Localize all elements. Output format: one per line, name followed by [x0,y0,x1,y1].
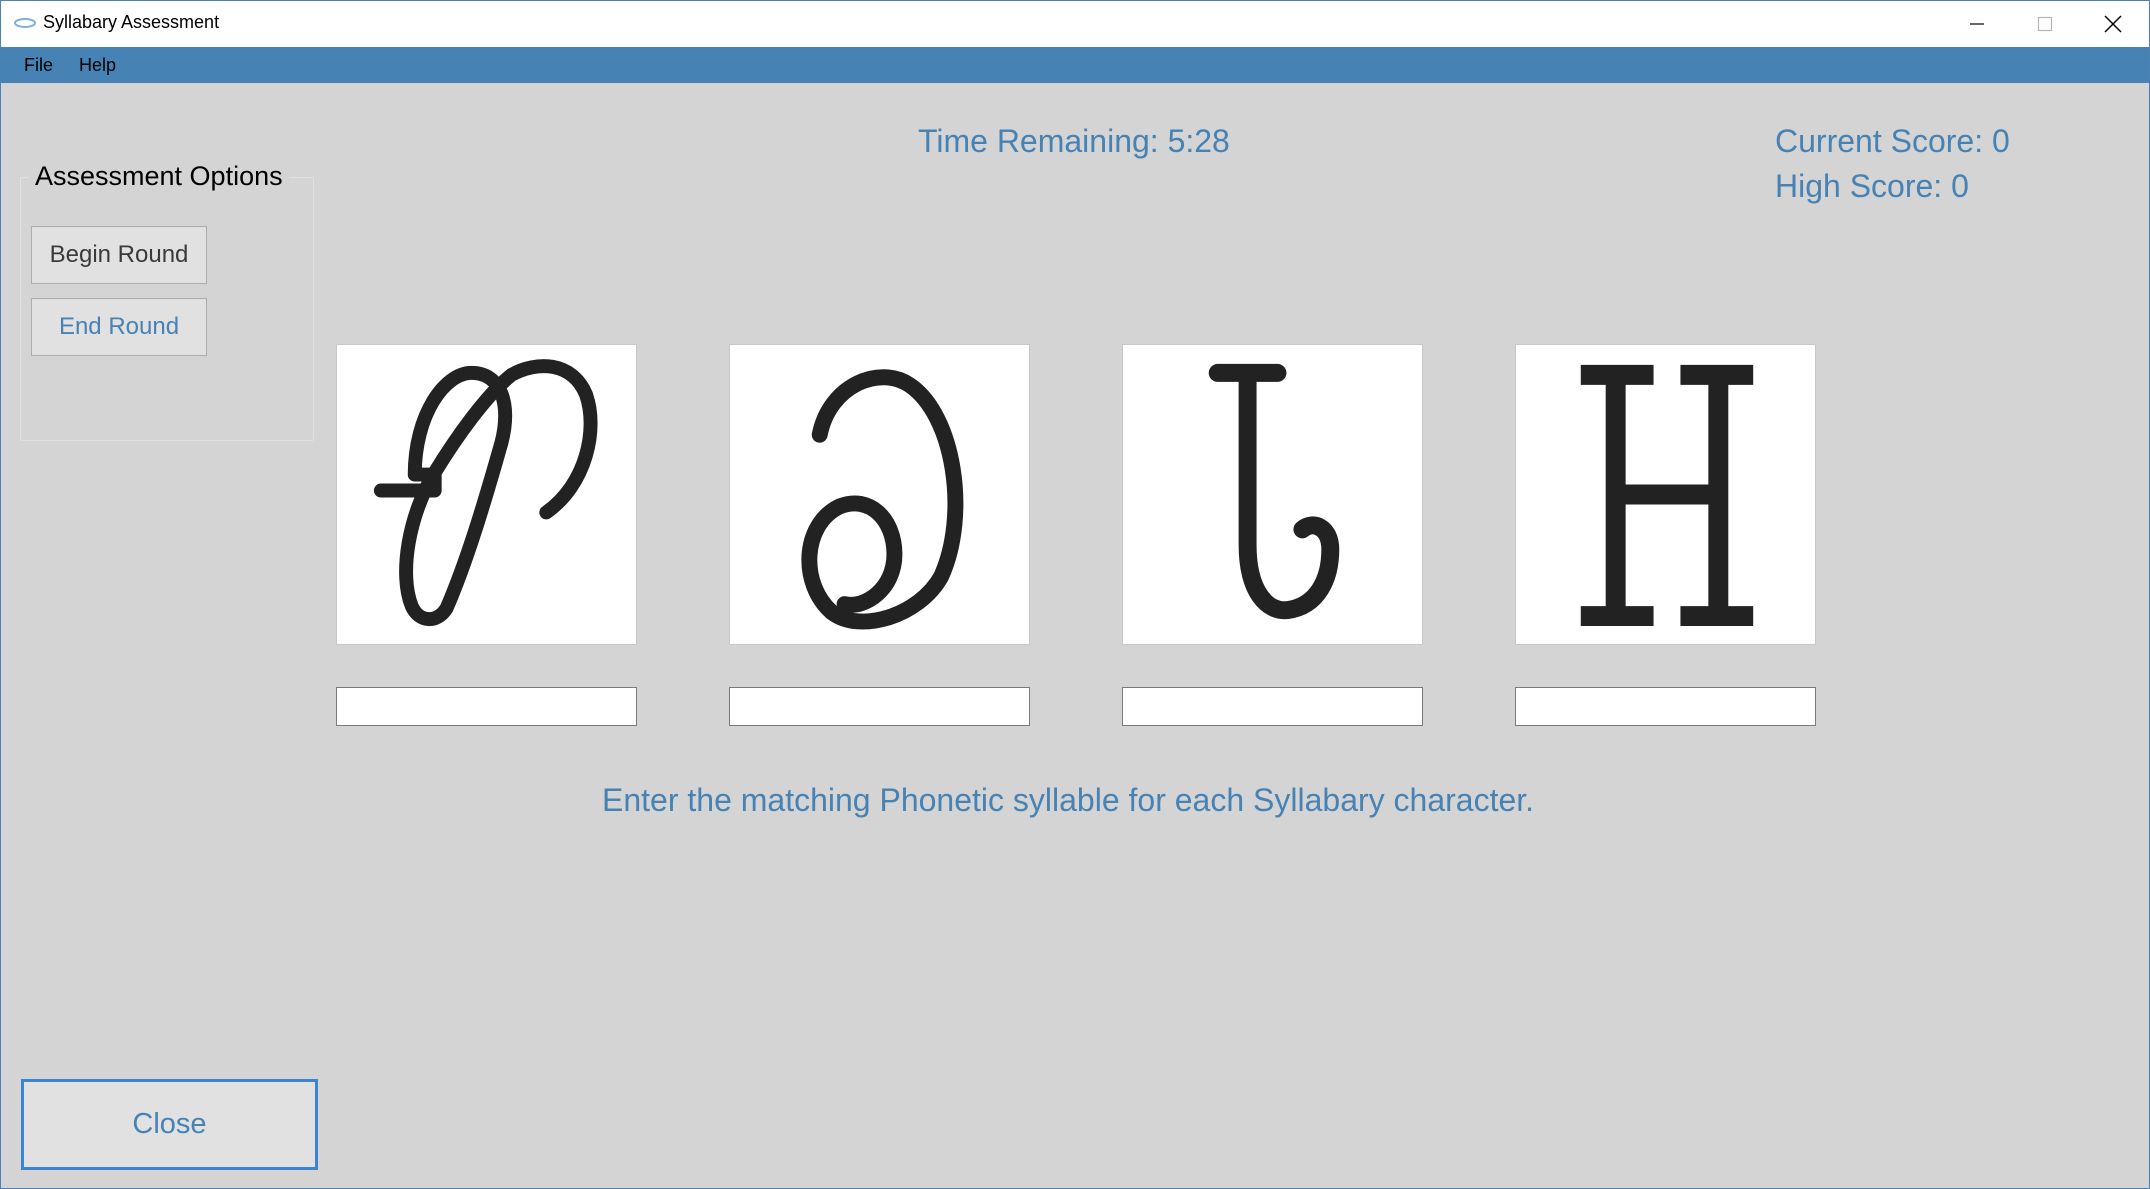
syllabary-tile-2 [729,344,1030,645]
close-window-button[interactable] [2079,1,2147,47]
minimize-icon [1970,23,1984,25]
syllabary-tile-3 [1122,344,1423,645]
syllabary-tile-4 [1515,344,1816,645]
app-window: Syllabary Assessment File Help Assessmen… [0,0,2150,1189]
answer-input-3[interactable] [1122,687,1423,726]
high-score-label: High Score: 0 [1775,168,1969,204]
cherokee-syllabary-glyph-3-icon [1208,363,1340,620]
title-bar[interactable]: Syllabary Assessment [1,1,2149,47]
answer-input-2[interactable] [729,687,1030,726]
menu-bar: File Help [1,47,2149,83]
assessment-options-title: Assessment Options [29,161,289,192]
maximize-button[interactable] [2011,1,2079,47]
cherokee-syllabary-glyph-4-icon [1580,364,1754,627]
window-title: Syllabary Assessment [43,12,220,32]
close-button[interactable]: Close [21,1079,318,1170]
cherokee-syllabary-glyph-2-icon [801,369,964,630]
minimize-button[interactable] [1943,1,2011,47]
syllabary-tile-1 [336,344,637,645]
cherokee-syllabary-glyph-1-icon [373,359,598,627]
begin-round-button[interactable]: Begin Round [31,226,207,284]
instruction-text: Enter the matching Phonetic syllable for… [602,782,1535,818]
answer-input-1[interactable] [336,687,637,726]
menu-file[interactable]: File [24,55,53,76]
end-round-button[interactable]: End Round [31,298,207,356]
close-icon [2104,15,2122,33]
app-icon [14,18,36,28]
time-remaining-label: Time Remaining: 5:28 [918,123,1230,159]
maximize-icon [2037,16,2053,32]
answer-input-4[interactable] [1515,687,1816,726]
menu-help[interactable]: Help [79,55,116,76]
current-score-label: Current Score: 0 [1775,123,2010,159]
